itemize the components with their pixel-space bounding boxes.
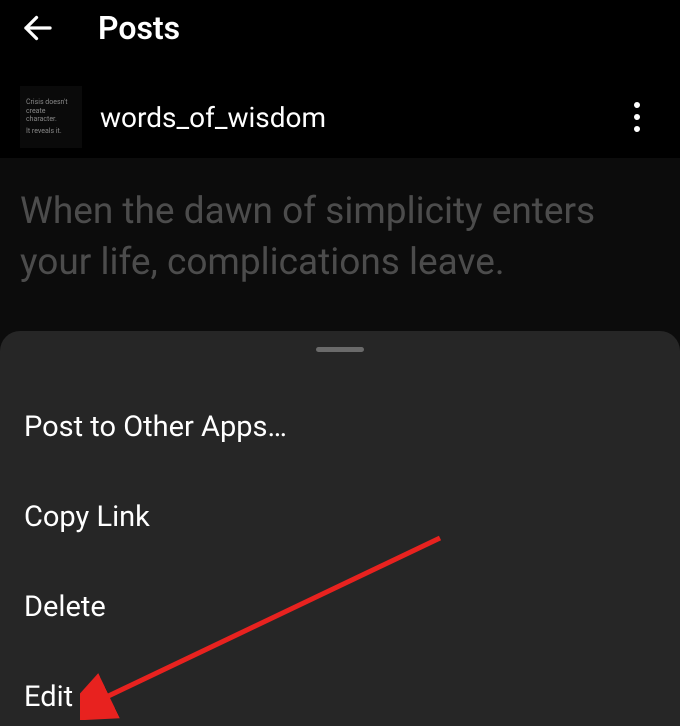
avatar[interactable]: Crisis doesn't create character. It reve… [20,86,82,148]
menu-item-edit[interactable]: Edit [0,652,680,726]
header: Posts [0,0,680,68]
bottom-sheet: Post to Other Apps… Copy Link Delete Edi… [0,331,680,726]
username[interactable]: words_of_wisdom [100,101,326,134]
post-header: Crisis doesn't create character. It reve… [0,68,680,166]
back-arrow-icon[interactable] [18,8,58,48]
menu-item-delete[interactable]: Delete [0,562,680,652]
avatar-text: Crisis doesn't create character. [26,98,76,123]
avatar-text: It reveals it. [26,127,62,135]
more-options-icon[interactable] [622,102,652,132]
menu-item-post-to-other[interactable]: Post to Other Apps… [0,382,680,472]
drag-handle[interactable] [316,347,364,352]
post-text: When the dawn of simplicity enters your … [0,166,680,308]
menu-item-copy-link[interactable]: Copy Link [0,472,680,562]
page-title: Posts [98,9,180,47]
